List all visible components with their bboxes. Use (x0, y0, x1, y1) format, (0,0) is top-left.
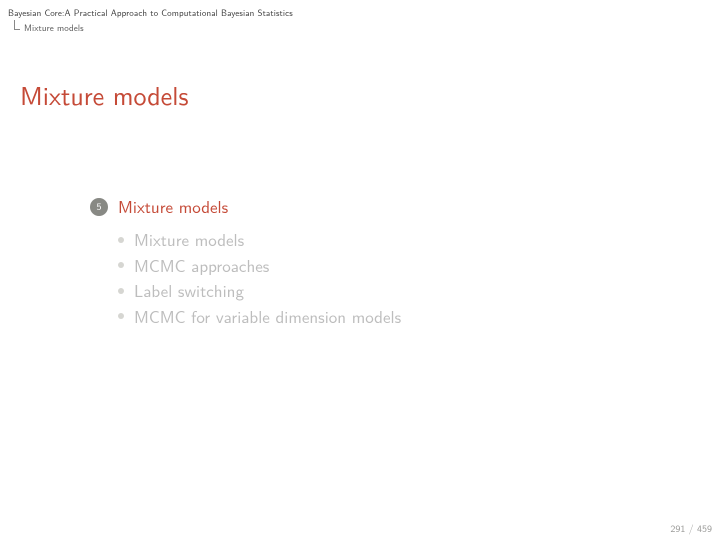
slide-header: Bayesian Core:A Practical Approach to Co… (0, 0, 728, 36)
section-number-badge: 5 (90, 198, 108, 216)
list-item-label: Label switching (134, 278, 244, 304)
bullet-icon (118, 262, 124, 268)
bullet-icon (118, 313, 124, 319)
section-subitems: Mixture models MCMC approaches Label swi… (118, 227, 728, 329)
section-title: Mixture models (118, 194, 228, 219)
list-item: Mixture models (118, 227, 728, 253)
list-item-label: MCMC for variable dimension models (134, 304, 401, 330)
presentation-title: Bayesian Core:A Practical Approach to Co… (8, 6, 720, 19)
outline-content: 5 Mixture models Mixture models MCMC app… (90, 194, 728, 329)
breadcrumb-text: Mixture models (24, 21, 84, 34)
list-item-label: Mixture models (134, 227, 244, 253)
section-heading: 5 Mixture models (90, 194, 728, 219)
page-number: 291 / 459 (670, 521, 712, 536)
slide-title: Mixture models (20, 76, 728, 114)
list-item: MCMC for variable dimension models (118, 304, 728, 330)
breadcrumb: Mixture models (14, 21, 720, 34)
list-item: MCMC approaches (118, 253, 728, 279)
list-item-label: MCMC approaches (134, 253, 269, 279)
breadcrumb-marker-icon (14, 20, 20, 30)
list-item: Label switching (118, 278, 728, 304)
bullet-icon (118, 237, 124, 243)
bullet-icon (118, 288, 124, 294)
